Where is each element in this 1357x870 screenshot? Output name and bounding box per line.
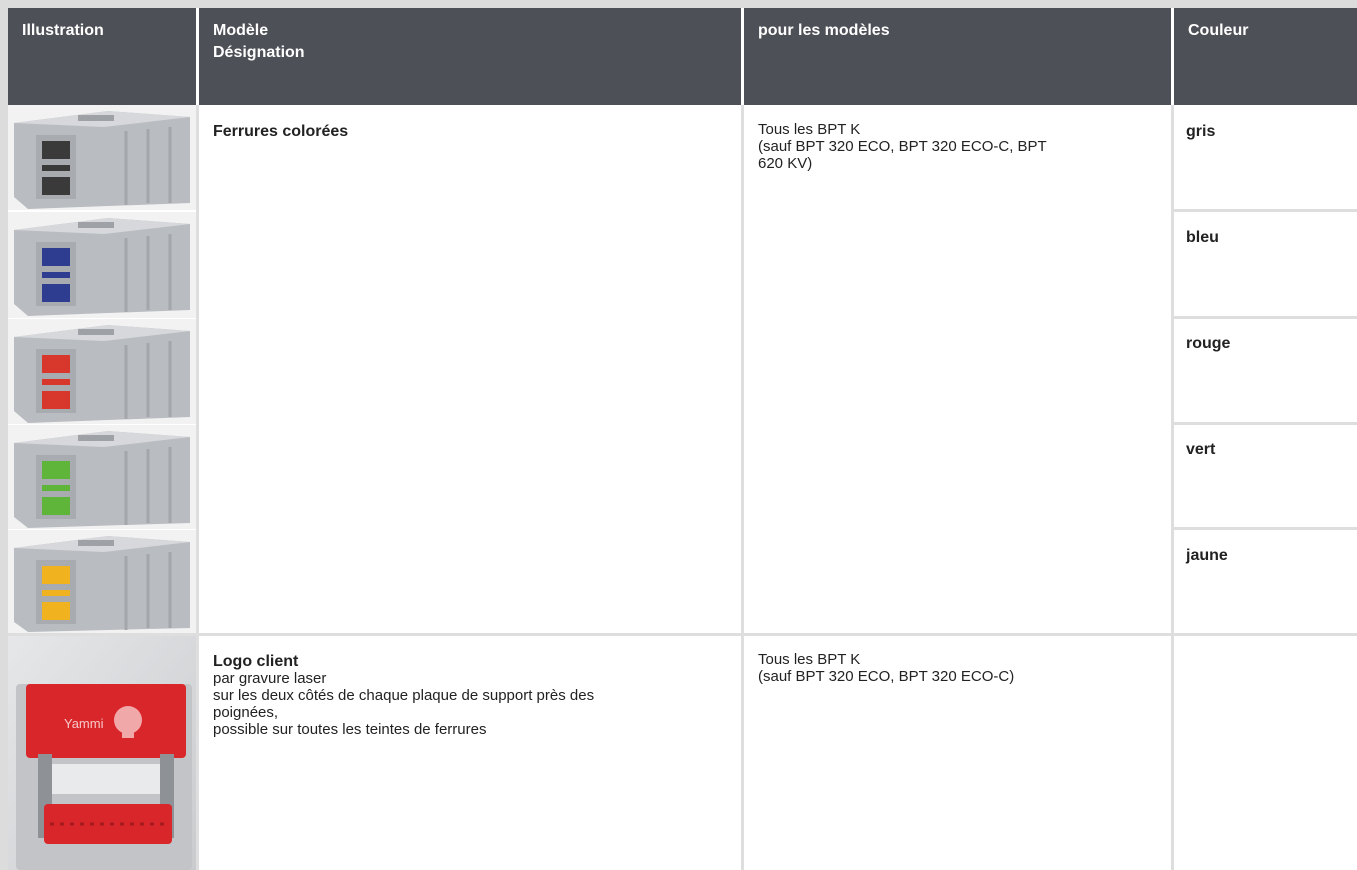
box-yellow-hardware-icon — [8, 530, 196, 633]
logo-client-desc: sur les deux côtés de chaque plaque de s… — [213, 687, 595, 704]
product-table: Illustration Modèle Désignation pour les… — [8, 8, 1357, 870]
thumbnail-vert — [8, 425, 196, 529]
logo-client-desc: par gravure laser — [213, 670, 327, 687]
logo-client-desc: poignées, — [213, 704, 279, 721]
color-vert: vert — [1186, 441, 1215, 458]
row-divider — [1174, 316, 1357, 319]
models-text: (sauf BPT 320 ECO, BPT 320 ECO-C) — [758, 668, 1015, 685]
box-gray-hardware-icon — [8, 105, 196, 210]
models-text: (sauf BPT 320 ECO, BPT 320 ECO-C, BPT — [758, 138, 1047, 155]
header-designation-label: Désignation — [213, 44, 305, 61]
color-rouge: rouge — [1186, 335, 1230, 352]
color-jaune: jaune — [1186, 547, 1228, 564]
thumbnail-gris — [8, 105, 196, 210]
color-label: bleu — [1186, 229, 1219, 246]
ferrures-title: Ferrures colorées — [213, 123, 349, 140]
column-divider — [741, 105, 744, 870]
logo-client-title: Logo client — [213, 653, 299, 670]
models-text: 620 KV) — [758, 155, 813, 172]
jaune-hardware-swatch — [42, 566, 70, 584]
row-divider — [1174, 209, 1357, 212]
row-divider — [8, 633, 1357, 636]
column-divider — [196, 105, 199, 870]
thumbnail-bleu — [8, 212, 196, 318]
header-illustration: Illustration — [8, 8, 196, 105]
logo-client-desc: possible sur toutes les teintes de ferru… — [213, 721, 487, 738]
header-for-models: pour les modèles — [744, 8, 1171, 105]
models-text: Tous les BPT K — [758, 121, 861, 138]
header-color-label: Couleur — [1188, 22, 1249, 39]
header-for-models-label: pour les modèles — [758, 22, 890, 39]
row-title: Ferrures colorées — [213, 123, 723, 140]
header-color: Couleur — [1174, 8, 1357, 105]
header-model-label: Modèle — [213, 22, 269, 39]
bleu-hardware-swatch — [42, 248, 70, 266]
box-red-hardware-icon — [8, 319, 196, 424]
models-text: Tous les BPT K — [758, 651, 861, 668]
row-divider — [1174, 527, 1357, 530]
logo-engraving: Yammi — [64, 716, 104, 731]
color-gris: gris — [1186, 123, 1215, 140]
color-label: gris — [1186, 123, 1216, 140]
color-label: vert — [1186, 441, 1216, 458]
box-green-hardware-icon — [8, 425, 196, 529]
logo-client-cell: Logo client par gravure laser sur les de… — [213, 653, 733, 738]
thumbnail-logo-client: Yammi — [8, 636, 196, 870]
gris-hardware-swatch — [42, 141, 70, 159]
color-label: jaune — [1186, 547, 1228, 564]
header-model: Modèle Désignation — [199, 8, 741, 105]
vert-hardware-swatch — [42, 461, 70, 479]
models-cell: Tous les BPT K (sauf BPT 320 ECO, BPT 32… — [758, 121, 1158, 172]
color-bleu: bleu — [1186, 229, 1219, 246]
box-blue-hardware-icon — [8, 212, 196, 318]
column-divider — [1171, 105, 1174, 870]
thumbnail-rouge — [8, 319, 196, 424]
header-illustration-label: Illustration — [22, 22, 104, 39]
rouge-hardware-swatch — [42, 355, 70, 373]
logo-plate-icon: Yammi — [8, 636, 196, 870]
row-divider — [1174, 422, 1357, 425]
thumbnail-jaune — [8, 530, 196, 633]
color-label: rouge — [1186, 335, 1231, 352]
models-cell: Tous les BPT K (sauf BPT 320 ECO, BPT 32… — [758, 651, 1158, 685]
